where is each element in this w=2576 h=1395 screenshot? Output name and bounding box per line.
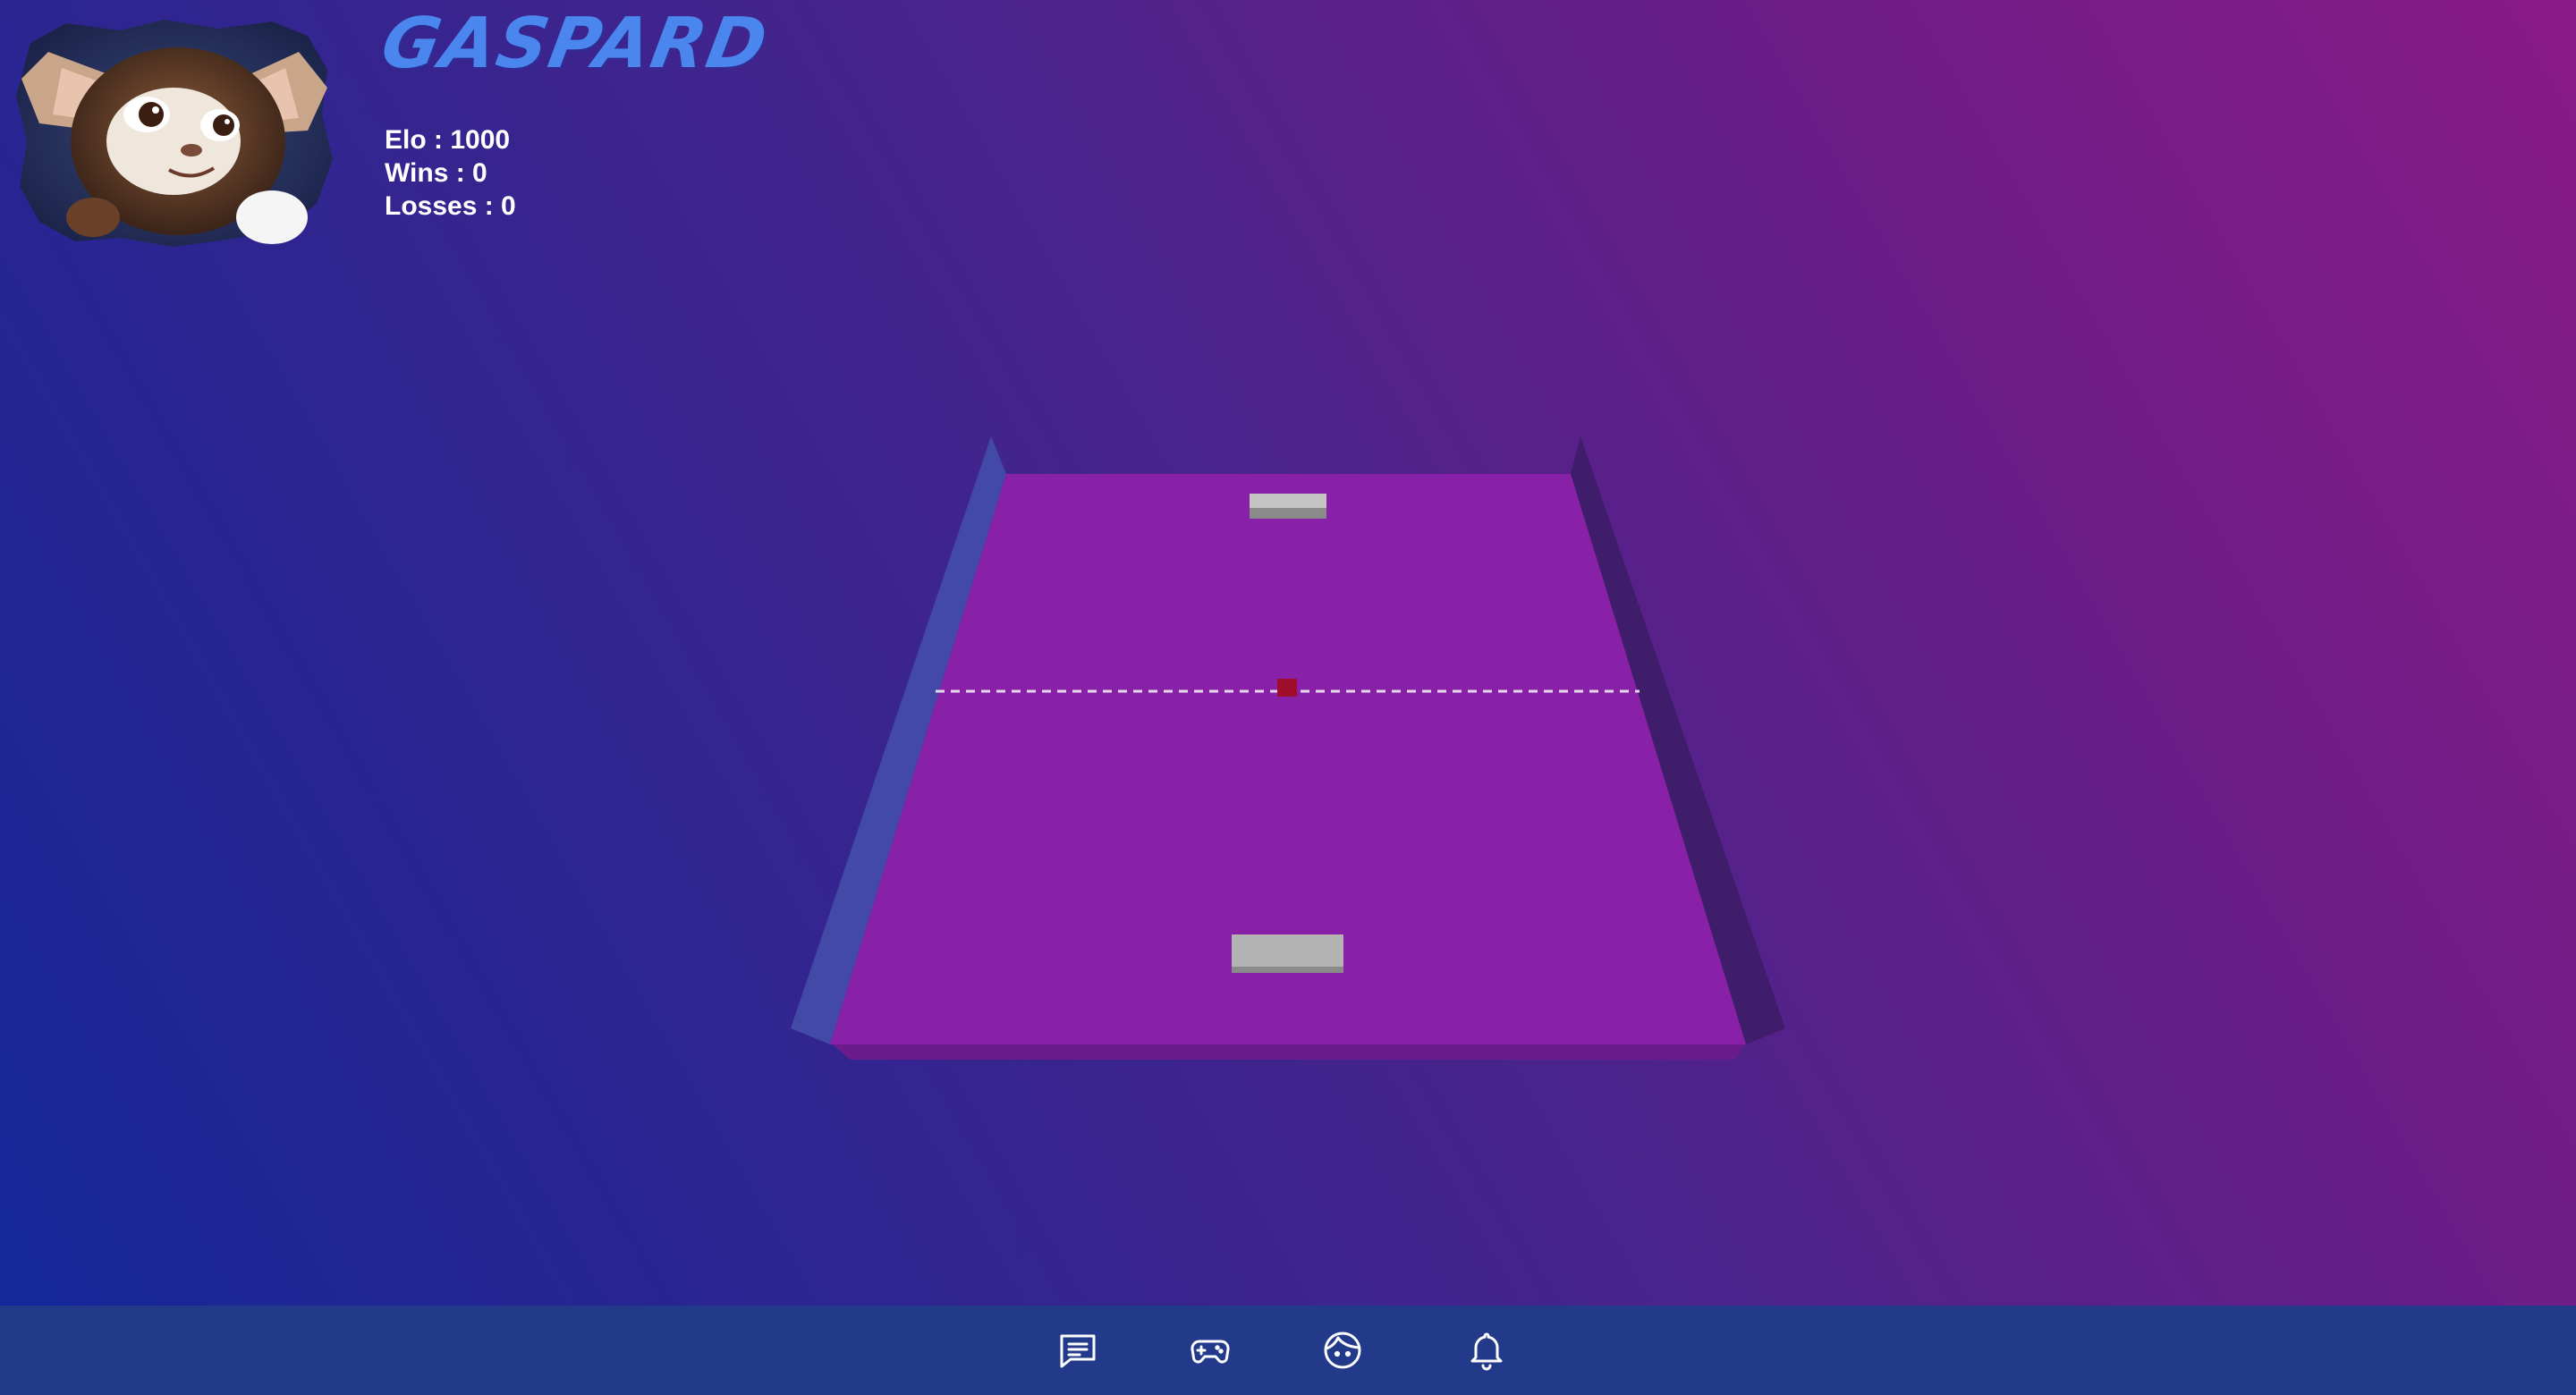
chat-button[interactable] — [1053, 1325, 1103, 1375]
game-scene[interactable] — [0, 0, 2576, 1306]
opponent-paddle-side — [1250, 508, 1326, 519]
bell-icon — [1470, 1332, 1503, 1371]
player-paddle — [1232, 934, 1343, 967]
ball — [1277, 679, 1297, 697]
player-paddle-side — [1232, 967, 1343, 973]
bottom-navbar — [0, 1306, 2576, 1395]
notifications-button[interactable] — [1462, 1325, 1512, 1375]
profile-button[interactable] — [1318, 1325, 1368, 1375]
opponent-paddle — [1250, 494, 1326, 508]
chat-icon — [1060, 1334, 1096, 1368]
game-button[interactable] — [1185, 1325, 1235, 1375]
gamepad-icon — [1191, 1340, 1230, 1364]
face-icon — [1324, 1332, 1361, 1369]
